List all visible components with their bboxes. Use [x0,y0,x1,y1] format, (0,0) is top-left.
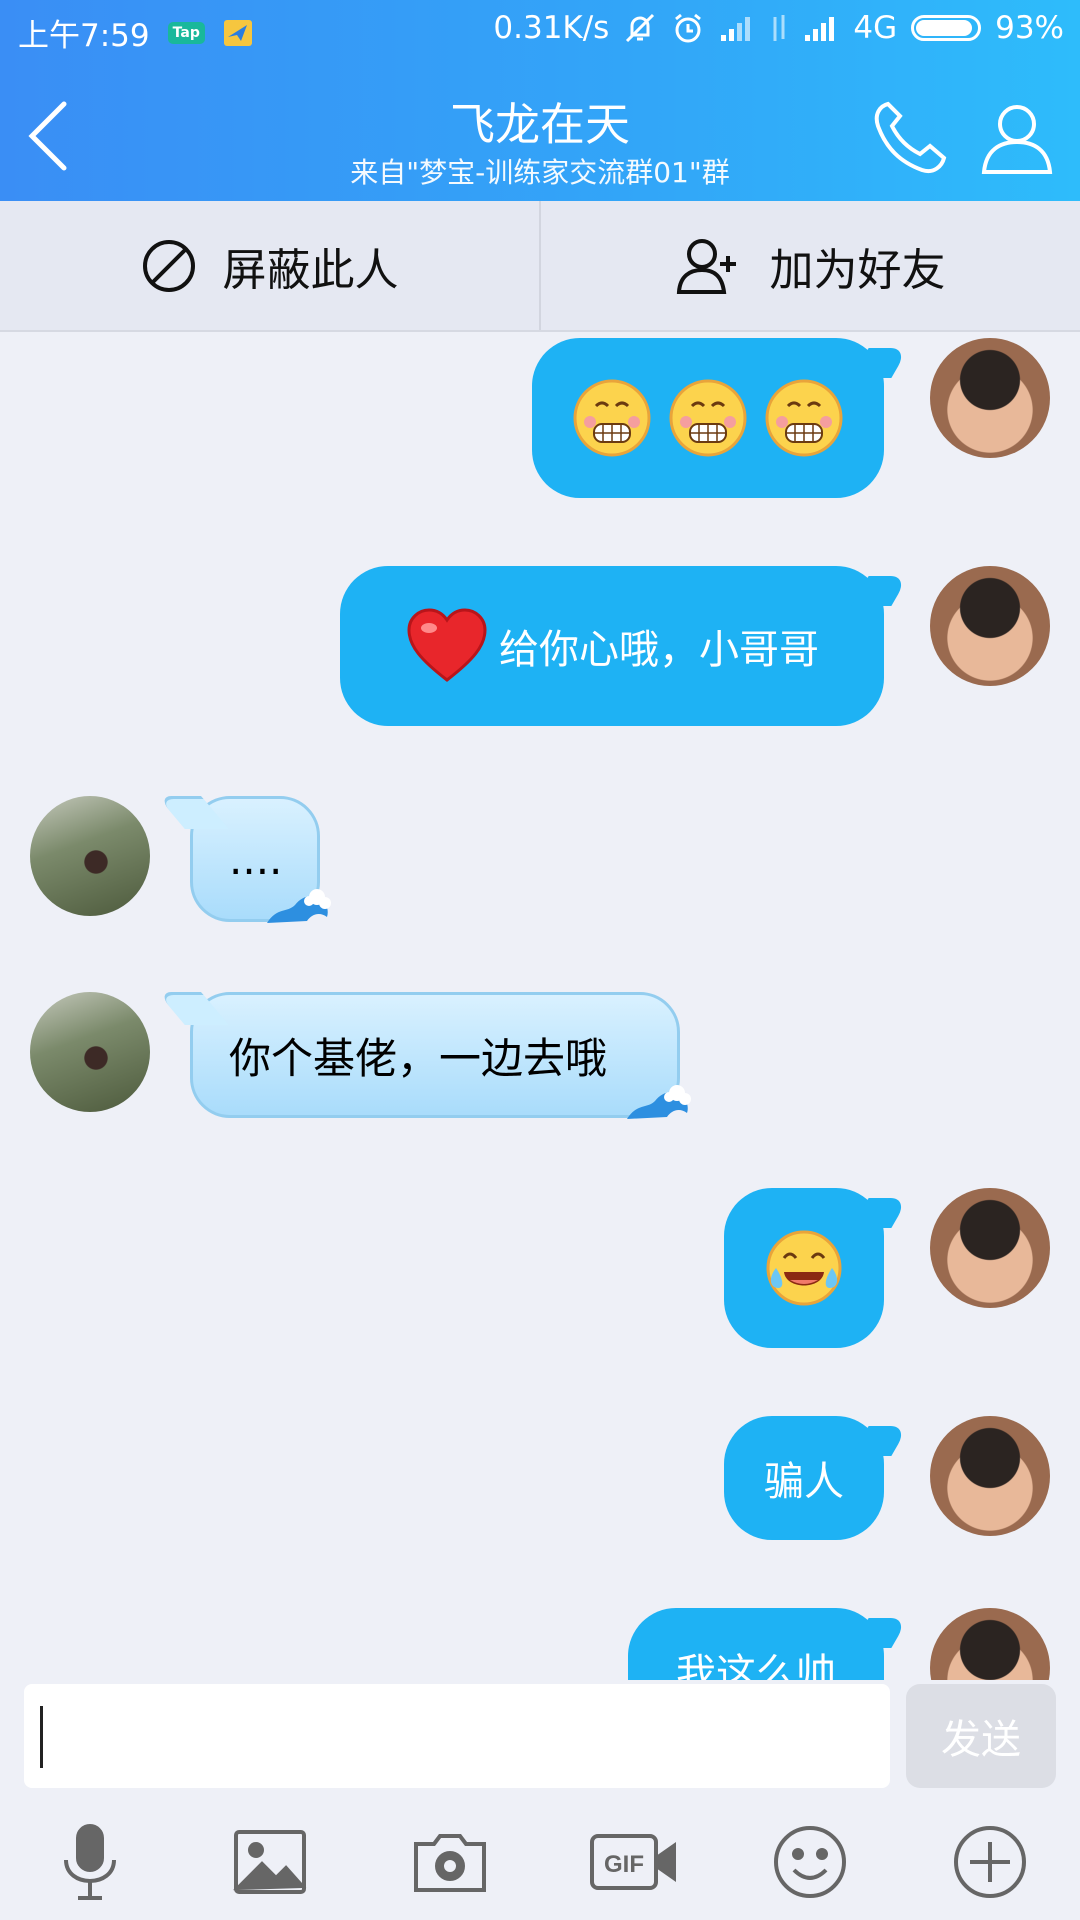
avatar[interactable] [930,1608,1050,1680]
battery-percent: 93% [995,10,1064,46]
add-friend-button[interactable]: 加为好友 [541,201,1080,330]
data-arrows-icon [769,13,789,43]
block-label: 屏蔽此人 [222,244,399,296]
wave-decoration-icon [267,889,331,923]
message-bubble-mine[interactable]: 我这么帅 [628,1608,884,1680]
plus-circle-icon [954,1826,1026,1898]
message-bubble-mine[interactable]: 骗人 [724,1416,884,1540]
message-bubble-other[interactable]: .... [190,796,331,923]
message-bubble-mine[interactable]: 给你心哦，小哥哥 [340,566,884,726]
input-bar: 发送 [0,1680,1080,1800]
message-text: 给你心哦，小哥哥 [499,627,819,673]
message-text: 你个基佬，一边去哦 [229,1033,608,1083]
message-input[interactable] [24,1684,890,1788]
status-time: 上午7:59 [18,18,150,54]
smiley-icon [774,1826,846,1898]
message-bubble-other[interactable]: 你个基佬，一边去哦 [190,992,691,1119]
laugh-tears-emoji-icon [766,1230,842,1306]
chat-messages[interactable]: 给你心哦，小哥哥 .... 你个基佬，一边去哦 骗人 我这么帅 [0,332,1080,1680]
bottom-toolbar: GIF [0,1800,1080,1920]
call-button[interactable] [868,96,950,178]
avatar[interactable] [930,566,1050,686]
battery-icon [911,15,982,41]
heart-emoji-icon [407,608,487,682]
mute-icon [623,11,657,45]
message-text: .... [229,834,283,884]
signal-icon [719,13,755,43]
more-button[interactable] [950,1822,1030,1902]
message-text: 骗人 [764,1459,844,1505]
send-button[interactable]: 发送 [906,1684,1056,1788]
avatar[interactable] [30,992,150,1112]
image-button[interactable] [230,1822,310,1902]
avatar[interactable] [30,796,150,916]
camera-button[interactable] [410,1822,490,1902]
gif-icon: GIF [590,1834,676,1890]
camera-icon [414,1834,486,1892]
network-type: 4G [853,10,898,46]
image-icon [233,1830,307,1894]
block-icon [142,239,195,292]
grin-emoji-icon [765,379,843,457]
paper-plane-icon [223,19,253,47]
tap-app-icon: Tap [167,21,205,44]
add-friend-label: 加为好友 [769,244,946,296]
message-bubble-mine[interactable] [724,1188,884,1348]
avatar[interactable] [930,338,1050,458]
user-icon [981,105,1053,174]
network-speed: 0.31K/s [493,10,610,46]
grin-emoji-icon [573,379,651,457]
top-bar: 上午7:59 Tap 0.31K/s 4G 93% 飞龙在天 来自"梦宝-训练家… [0,0,1080,201]
gif-button[interactable]: GIF [590,1822,680,1902]
emoji-button[interactable] [770,1822,850,1902]
svg-text:GIF: GIF [604,1851,644,1878]
message-bubble-mine[interactable] [532,338,884,498]
block-button[interactable]: 屏蔽此人 [0,201,539,330]
phone-icon [874,101,947,173]
status-bar: 上午7:59 Tap 0.31K/s 4G 93% [0,0,1080,60]
add-user-icon [676,238,736,294]
avatar[interactable] [930,1416,1050,1536]
voice-button[interactable] [50,1822,130,1902]
avatar[interactable] [930,1188,1050,1308]
signal-icon [803,13,839,43]
alarm-icon [671,11,705,45]
wave-decoration-icon [627,1085,691,1119]
text-caret [40,1706,43,1768]
stranger-action-bar: 屏蔽此人 加为好友 [0,201,1080,332]
profile-button[interactable] [976,96,1058,178]
message-text: 我这么帅 [676,1651,836,1680]
microphone-icon [64,1824,116,1900]
grin-emoji-icon [669,379,747,457]
